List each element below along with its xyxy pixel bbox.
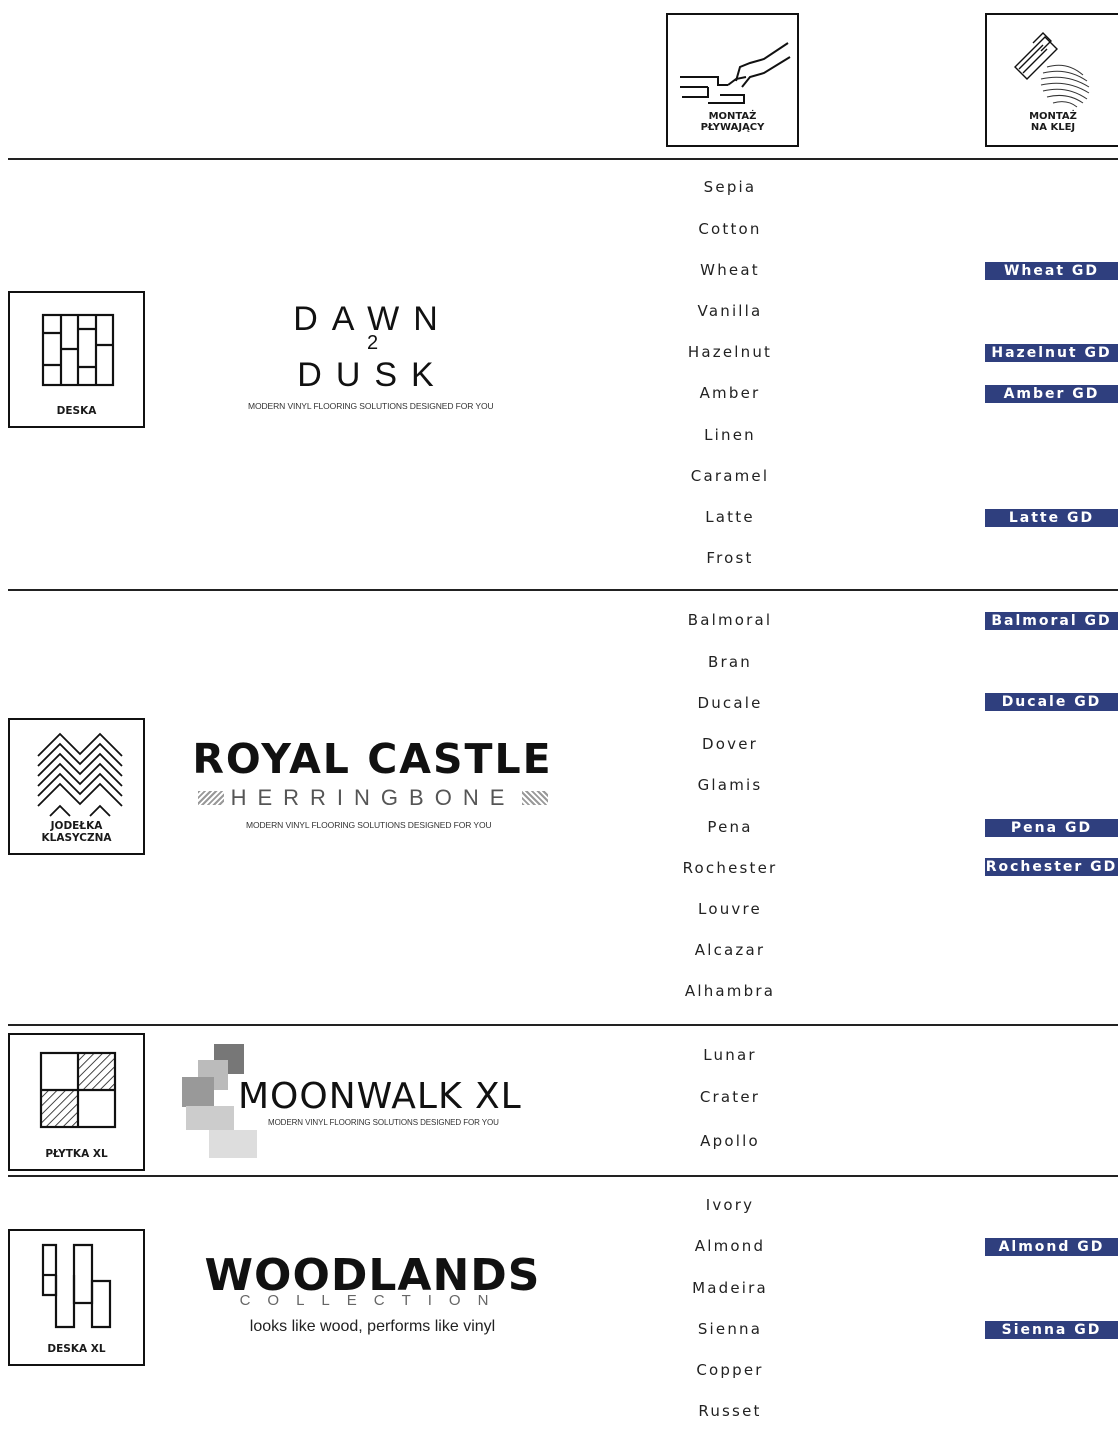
product-name: Lunar — [703, 1046, 757, 1064]
format-deska-xl-box: DESKA XL — [8, 1229, 145, 1366]
glue-down-badge: Wheat GD — [985, 262, 1118, 280]
format-label: DESKA — [56, 405, 97, 417]
logo-line: COLLECTION — [239, 1292, 506, 1309]
product-name: Amber — [699, 384, 761, 402]
product-name: Sepia — [703, 178, 757, 196]
logo-line: ROYAL CASTLE — [192, 735, 553, 783]
caption-line: MONTAŻ — [1029, 111, 1077, 122]
product-name: Crater — [699, 1088, 761, 1106]
product-name: Louvre — [698, 900, 762, 918]
logo-line: 2 — [366, 332, 379, 354]
format-tile-xl-box: PŁYTKA XL — [8, 1033, 145, 1171]
format-label: PŁYTKA XL — [45, 1148, 108, 1160]
glue-down-badge: Ducale GD — [985, 693, 1118, 711]
logo-block — [182, 1077, 214, 1107]
product-name: Madeira — [692, 1279, 768, 1297]
glue-down-badge: Latte GD — [985, 509, 1118, 527]
product-name: Ducale — [697, 694, 763, 712]
herringbone-ornament-icon — [198, 791, 224, 805]
glue-down-badge: Rochester GD — [985, 858, 1118, 876]
glue-down-badge: Sienna GD — [985, 1321, 1118, 1339]
format-label: DESKA XL — [47, 1343, 106, 1355]
caption-line: PŁYWAJĄCY — [700, 122, 765, 133]
divider — [8, 1024, 1118, 1026]
format-line: JODEŁKA — [50, 820, 103, 832]
glue-down-badge: Balmoral GD — [985, 612, 1118, 630]
glue-down-badge: Almond GD — [985, 1238, 1118, 1256]
product-name: Linen — [704, 426, 756, 444]
product-name: Pena — [707, 818, 753, 836]
floating-install-header: MONTAŻ PŁYWAJĄCY — [666, 13, 799, 147]
product-name: Bran — [708, 653, 752, 671]
logo-line: HERRINGBONE — [230, 785, 516, 810]
logo-tagline: MODERN VINYL FLOORING SOLUTIONS DESIGNED… — [268, 1118, 499, 1127]
product-name: Alhambra — [684, 982, 776, 1000]
product-name: Glamis — [697, 776, 763, 794]
product-name: Wheat — [700, 261, 760, 279]
product-name: Alcazar — [694, 941, 766, 959]
product-name: Hazelnut — [687, 343, 773, 361]
logo-line: MOONWALK XL — [238, 1076, 522, 1117]
logo-block — [209, 1130, 257, 1158]
divider — [8, 158, 1118, 160]
product-name: Cotton — [698, 220, 762, 238]
format-herringbone-box: JODEŁKA KLASYCZNA — [8, 718, 145, 855]
product-name: Copper — [696, 1361, 764, 1379]
glue-install-caption: MONTAŻ NA KLEJ — [987, 111, 1118, 133]
divider — [8, 1175, 1118, 1177]
product-name: Ivory — [705, 1196, 755, 1214]
product-name: Russet — [698, 1402, 762, 1420]
product-name: Caramel — [690, 467, 770, 485]
caption-line: MONTAŻ — [708, 111, 757, 122]
logo-line: DUSK — [297, 356, 448, 394]
logo-slogan: looks like wood, performs like vinyl — [249, 1318, 496, 1335]
format-label: JODEŁKA KLASYCZNA — [10, 820, 143, 844]
dawn2dusk-logo: DAWN 2 DUSK MODERN VINYL FLOORING SOLUTI… — [240, 300, 505, 420]
product-name: Rochester — [682, 859, 778, 877]
product-name: Apollo — [700, 1132, 760, 1150]
divider — [8, 589, 1118, 591]
format-line: KLASYCZNA — [41, 832, 112, 844]
caption-line: NA KLEJ — [1030, 122, 1076, 133]
product-name: Dover — [702, 735, 758, 753]
woodlands-logo: WOODLANDS COLLECTION looks like wood, pe… — [200, 1250, 545, 1345]
glue-install-header: MONTAŻ NA KLEJ — [985, 13, 1118, 147]
floating-install-caption: MONTAŻ PŁYWAJĄCY — [668, 111, 797, 133]
product-name: Balmoral — [687, 611, 773, 629]
logo-tagline: MODERN VINYL FLOORING SOLUTIONS DESIGNED… — [248, 401, 494, 411]
product-name: Latte — [705, 508, 755, 526]
moonwalk-xl-logo: MOONWALK XL MODERN VINYL FLOORING SOLUTI… — [182, 1044, 562, 1160]
product-name: Almond — [694, 1237, 766, 1255]
glue-down-badge: Hazelnut GD — [985, 344, 1118, 362]
product-name: Frost — [706, 549, 754, 567]
format-deska-box: DESKA — [8, 291, 145, 428]
glue-down-badge: Pena GD — [985, 819, 1118, 837]
herringbone-ornament-icon — [522, 791, 548, 805]
logo-block — [186, 1106, 234, 1130]
glue-down-badge: Amber GD — [985, 385, 1118, 403]
product-name: Vanilla — [697, 302, 763, 320]
royal-castle-logo: ROYAL CASTLE HERRINGBONE MODERN VINYL FL… — [190, 735, 555, 835]
product-name: Sienna — [697, 1320, 763, 1338]
logo-tagline: MODERN VINYL FLOORING SOLUTIONS DESIGNED… — [246, 820, 492, 830]
